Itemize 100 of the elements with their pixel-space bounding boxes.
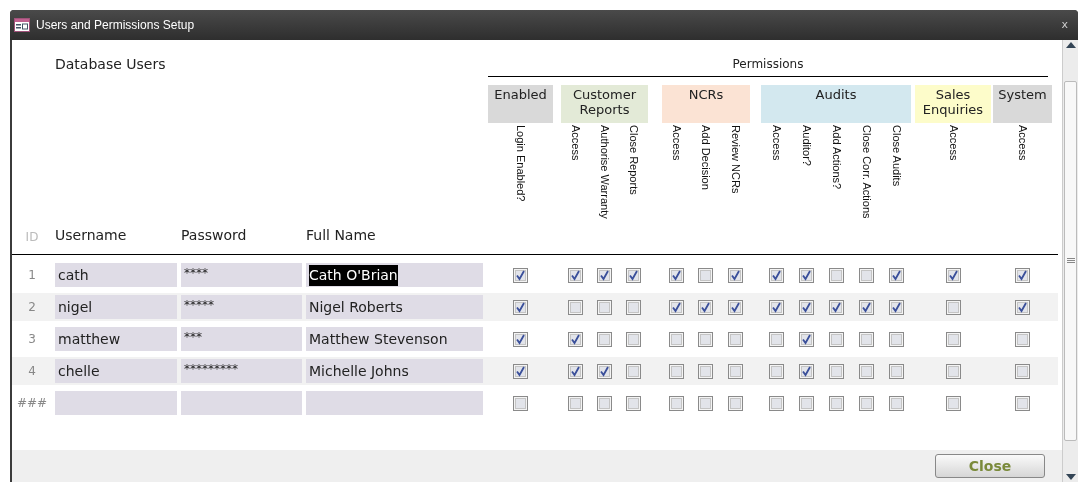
checkbox[interactable] bbox=[798, 299, 814, 315]
full-name-field[interactable]: Michelle Johns bbox=[306, 359, 483, 383]
checkbox[interactable] bbox=[858, 363, 874, 379]
checkbox[interactable] bbox=[858, 267, 874, 283]
checkbox[interactable] bbox=[626, 299, 641, 315]
scroll-thumb[interactable] bbox=[1064, 81, 1077, 441]
checkbox[interactable] bbox=[626, 267, 641, 283]
checkbox[interactable] bbox=[597, 331, 612, 347]
checkbox[interactable] bbox=[513, 363, 528, 379]
checkbox[interactable] bbox=[513, 395, 528, 411]
checkbox[interactable] bbox=[669, 299, 685, 315]
checkbox[interactable] bbox=[1015, 395, 1030, 411]
checkbox[interactable] bbox=[669, 267, 685, 283]
checkbox[interactable] bbox=[888, 331, 904, 347]
username-field[interactable]: matthew bbox=[55, 327, 177, 351]
checkbox[interactable] bbox=[597, 395, 612, 411]
checkbox[interactable] bbox=[945, 299, 961, 315]
full-name-field[interactable] bbox=[306, 391, 483, 415]
checkbox[interactable] bbox=[568, 395, 583, 411]
checkbox[interactable] bbox=[669, 395, 685, 411]
checkbox[interactable] bbox=[727, 299, 743, 315]
checkbox[interactable] bbox=[1015, 299, 1030, 315]
checkbox[interactable] bbox=[727, 363, 743, 379]
checkbox[interactable] bbox=[597, 267, 612, 283]
checkbox[interactable] bbox=[888, 363, 904, 379]
checkbox[interactable] bbox=[698, 363, 714, 379]
checkbox[interactable] bbox=[945, 331, 961, 347]
close-button[interactable]: x bbox=[1055, 16, 1074, 34]
full-name-field[interactable]: Nigel Roberts bbox=[306, 295, 483, 319]
checkbox[interactable] bbox=[698, 395, 714, 411]
checkbox[interactable] bbox=[513, 267, 528, 283]
checkbox[interactable] bbox=[768, 267, 784, 283]
column-label: Close Audits bbox=[889, 125, 903, 189]
password-field[interactable] bbox=[181, 391, 302, 415]
checkbox[interactable] bbox=[698, 331, 714, 347]
checkbox[interactable] bbox=[945, 363, 961, 379]
checkbox[interactable] bbox=[888, 395, 904, 411]
scroll-down-icon[interactable] bbox=[1065, 474, 1076, 480]
checkbox[interactable] bbox=[858, 331, 874, 347]
password-field[interactable]: **** bbox=[181, 263, 302, 287]
checkbox[interactable] bbox=[1015, 267, 1030, 283]
checkbox[interactable] bbox=[568, 363, 583, 379]
column-label: Access bbox=[769, 125, 783, 163]
column-label: Login Enabled? bbox=[514, 125, 527, 202]
column-label: Access bbox=[946, 125, 960, 161]
scrollbar[interactable] bbox=[1062, 40, 1078, 482]
scroll-up-icon[interactable] bbox=[1065, 42, 1076, 48]
password-field[interactable]: ***** bbox=[181, 295, 302, 319]
group-header: Customer Reports bbox=[561, 85, 648, 123]
checkbox[interactable] bbox=[669, 363, 685, 379]
checkbox[interactable] bbox=[798, 331, 814, 347]
checkbox[interactable] bbox=[513, 299, 528, 315]
checkbox[interactable] bbox=[798, 395, 814, 411]
checkbox[interactable] bbox=[626, 363, 641, 379]
group-header: Audits bbox=[761, 85, 911, 123]
checkbox[interactable] bbox=[768, 299, 784, 315]
checkbox[interactable] bbox=[727, 331, 743, 347]
checkbox[interactable] bbox=[828, 395, 844, 411]
checkbox[interactable] bbox=[828, 267, 844, 283]
checkbox[interactable] bbox=[858, 395, 874, 411]
checkbox[interactable] bbox=[945, 267, 961, 283]
username-field[interactable]: chelle bbox=[55, 359, 177, 383]
checkbox[interactable] bbox=[888, 267, 904, 283]
checkbox[interactable] bbox=[828, 331, 844, 347]
checkbox[interactable] bbox=[888, 299, 904, 315]
full-name-field[interactable]: Matthew Stevenson bbox=[306, 327, 483, 351]
full-name-field[interactable]: Cath O'Brian bbox=[306, 263, 483, 287]
checkbox[interactable] bbox=[597, 363, 612, 379]
window-title: Users and Permissions Setup bbox=[36, 17, 195, 34]
checkbox[interactable] bbox=[568, 299, 583, 315]
username-field[interactable]: nigel bbox=[55, 295, 177, 319]
checkbox[interactable] bbox=[798, 267, 814, 283]
checkbox[interactable] bbox=[698, 267, 714, 283]
checkbox[interactable] bbox=[669, 331, 685, 347]
checkbox[interactable] bbox=[828, 363, 844, 379]
checkbox[interactable] bbox=[513, 331, 528, 347]
checkbox[interactable] bbox=[1015, 331, 1030, 347]
checkbox[interactable] bbox=[698, 299, 714, 315]
group-header: Enabled bbox=[488, 85, 553, 123]
checkbox[interactable] bbox=[798, 363, 814, 379]
column-label: Access bbox=[1016, 125, 1029, 161]
checkbox[interactable] bbox=[768, 363, 784, 379]
username-field[interactable] bbox=[55, 391, 177, 415]
password-field[interactable]: ********* bbox=[181, 359, 302, 383]
checkbox[interactable] bbox=[1015, 363, 1030, 379]
checkbox[interactable] bbox=[858, 299, 874, 315]
checkbox[interactable] bbox=[568, 331, 583, 347]
username-field[interactable]: cath bbox=[55, 263, 177, 287]
checkbox[interactable] bbox=[727, 267, 743, 283]
checkbox[interactable] bbox=[597, 299, 612, 315]
checkbox[interactable] bbox=[945, 395, 961, 411]
checkbox[interactable] bbox=[768, 395, 784, 411]
checkbox[interactable] bbox=[828, 299, 844, 315]
password-field[interactable]: *** bbox=[181, 327, 302, 351]
checkbox[interactable] bbox=[626, 331, 641, 347]
group-header: Sales Enquiries bbox=[915, 85, 991, 123]
checkbox[interactable] bbox=[727, 395, 743, 411]
checkbox[interactable] bbox=[626, 395, 641, 411]
checkbox[interactable] bbox=[768, 331, 784, 347]
checkbox[interactable] bbox=[568, 267, 583, 283]
